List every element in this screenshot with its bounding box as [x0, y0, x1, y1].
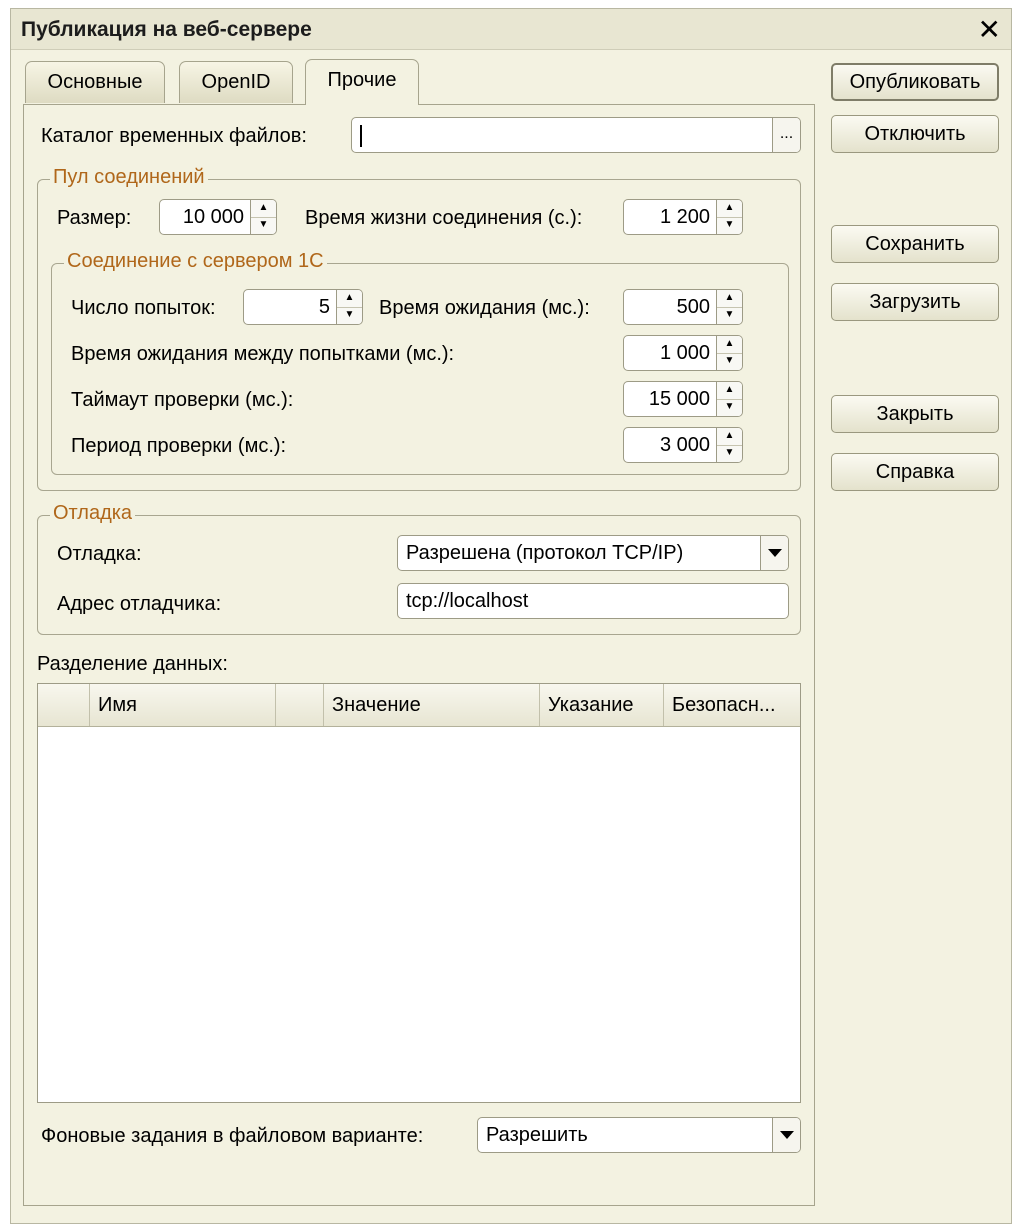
publish-dialog: Публикация на веб-сервере ✕ Основные Ope… [10, 8, 1012, 1224]
check-period-label: Период проверки (мс.): [71, 435, 287, 457]
temp-catalog-label: Каталог временных файлов: [41, 125, 307, 147]
attempts-field[interactable]: 5 ▲ ▼ [243, 289, 363, 325]
pool-size-spinner: ▲ ▼ [250, 200, 276, 234]
wait-field[interactable]: 500 ▲ ▼ [623, 289, 743, 325]
between-value: 1 000 [659, 342, 710, 364]
column-header-value[interactable]: Значение [324, 684, 540, 726]
check-timeout-field[interactable]: 15 000 ▲ ▼ [623, 381, 743, 417]
debugger-address-label: Адрес отладчика: [57, 593, 222, 615]
publish-button[interactable]: Опубликовать [831, 63, 999, 101]
spin-up-icon[interactable]: ▲ [717, 336, 742, 354]
attempts-label: Число попыток: [71, 297, 216, 319]
debug-mode-label: Отладка: [57, 543, 142, 565]
load-button[interactable]: Загрузить [831, 283, 999, 321]
background-jobs-value: Разрешить [486, 1124, 588, 1146]
title-bar: Публикация на веб-сервере ✕ [11, 9, 1011, 50]
close-button[interactable]: Закрыть [831, 395, 999, 433]
lifetime-spinner: ▲ ▼ [716, 200, 742, 234]
debug-mode-value: Разрешена (протокол TCP/IP) [406, 542, 684, 564]
tab-main[interactable]: Основные [25, 61, 165, 103]
spin-up-icon[interactable]: ▲ [717, 382, 742, 400]
wait-label: Время ожидания (мс.): [379, 297, 590, 319]
data-separation-label: Разделение данных: [37, 653, 228, 675]
column-header-flag [276, 684, 324, 726]
browse-button[interactable]: ... [772, 118, 800, 152]
check-period-spinner: ▲ ▼ [716, 428, 742, 462]
dialog-title: Публикация на веб-сервере [21, 18, 312, 41]
disable-button[interactable]: Отключить [831, 115, 999, 153]
lifetime-value: 1 200 [659, 206, 710, 228]
wait-spinner: ▲ ▼ [716, 290, 742, 324]
data-separation-table[interactable]: Имя Значение Указание Безопасн... [37, 683, 801, 1103]
lifetime-label: Время жизни соединения (с.): [305, 207, 583, 229]
spin-up-icon[interactable]: ▲ [717, 290, 742, 308]
spin-up-icon[interactable]: ▲ [717, 428, 742, 446]
close-icon[interactable]: ✕ [978, 13, 1001, 46]
check-period-value: 3 000 [659, 434, 710, 456]
column-header-name[interactable]: Имя [90, 684, 276, 726]
background-jobs-label: Фоновые задания в файловом варианте: [41, 1125, 424, 1147]
debugger-address-value: tcp://localhost [406, 590, 529, 612]
spin-up-icon[interactable]: ▲ [251, 200, 276, 218]
spin-down-icon[interactable]: ▼ [717, 353, 742, 370]
column-header-safe[interactable]: Безопасн... [664, 684, 800, 726]
spin-down-icon[interactable]: ▼ [717, 445, 742, 462]
spin-down-icon[interactable]: ▼ [251, 217, 276, 234]
check-period-field[interactable]: 3 000 ▲ ▼ [623, 427, 743, 463]
pool-size-label: Размер: [57, 207, 132, 229]
check-timeout-value: 15 000 [648, 388, 710, 410]
debug-legend: Отладка [50, 502, 136, 525]
column-header-usage[interactable]: Указание [540, 684, 664, 726]
chevron-down-icon[interactable] [772, 1118, 800, 1152]
debug-mode-select[interactable]: Разрешена (протокол TCP/IP) [397, 535, 789, 571]
check-timeout-label: Таймаут проверки (мс.): [71, 389, 294, 411]
between-label: Время ожидания между попытками (мс.): [71, 343, 455, 365]
text-cursor [360, 124, 362, 147]
tab-openid[interactable]: OpenID [179, 61, 293, 103]
spin-down-icon[interactable]: ▼ [717, 217, 742, 234]
pool-size-value: 10 000 [182, 206, 244, 228]
pool-size-field[interactable]: 10 000 ▲ ▼ [159, 199, 277, 235]
wait-value: 500 [676, 296, 710, 318]
chevron-down-icon[interactable] [760, 536, 788, 570]
lifetime-field[interactable]: 1 200 ▲ ▼ [623, 199, 743, 235]
spin-down-icon[interactable]: ▼ [337, 307, 362, 324]
column-header-icon [38, 684, 90, 726]
check-timeout-spinner: ▲ ▼ [716, 382, 742, 416]
connection-pool-legend: Пул соединений [50, 166, 208, 189]
spin-down-icon[interactable]: ▼ [717, 399, 742, 416]
debugger-address-input[interactable]: tcp://localhost [397, 583, 789, 619]
attempts-spinner: ▲ ▼ [336, 290, 362, 324]
save-button[interactable]: Сохранить [831, 225, 999, 263]
background-jobs-select[interactable]: Разрешить [477, 1117, 801, 1153]
attempts-value: 5 [318, 296, 330, 318]
table-header: Имя Значение Указание Безопасн... [38, 684, 800, 727]
help-button[interactable]: Справка [831, 453, 999, 491]
spin-down-icon[interactable]: ▼ [717, 307, 742, 324]
between-spinner: ▲ ▼ [716, 336, 742, 370]
tab-other[interactable]: Прочие [305, 59, 419, 105]
between-field[interactable]: 1 000 ▲ ▼ [623, 335, 743, 371]
spin-up-icon[interactable]: ▲ [337, 290, 362, 308]
temp-catalog-input[interactable]: ... [351, 117, 801, 153]
spin-up-icon[interactable]: ▲ [717, 200, 742, 218]
server-connection-legend: Соединение с сервером 1С [64, 250, 327, 273]
